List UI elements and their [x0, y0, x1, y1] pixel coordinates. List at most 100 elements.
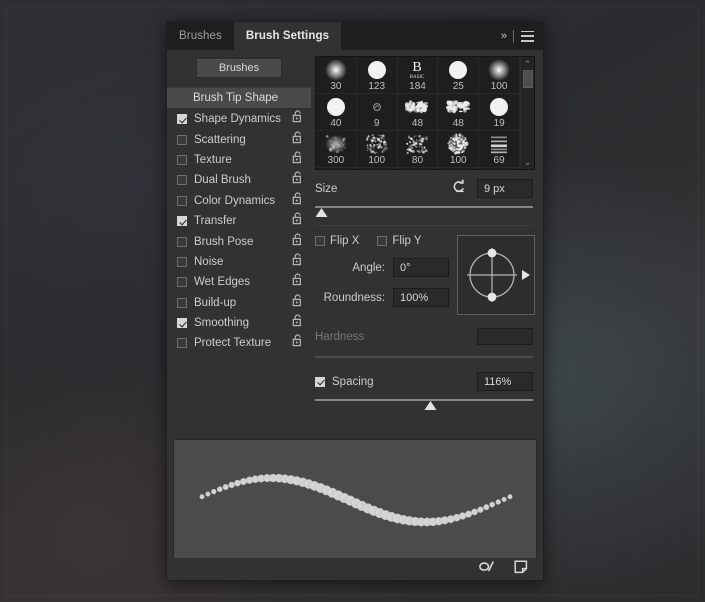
- lock-open-icon[interactable]: [292, 294, 303, 312]
- brush-option-list: Shape Dynamics Scattering Texture Dual Brus…: [167, 109, 311, 354]
- brush-grid-scrollbar[interactable]: ⌃ ⌄: [520, 57, 534, 169]
- checkbox-color-dynamics[interactable]: [177, 195, 187, 206]
- brush-thumbnail-hard-round-icon: [316, 96, 356, 118]
- size-slider[interactable]: [315, 204, 533, 220]
- brush-thumbnail-dense-spatter-icon: [438, 133, 478, 155]
- sidebar-item-transfer[interactable]: Transfer: [167, 211, 311, 231]
- brush-preset-cell[interactable]: 48: [438, 94, 480, 131]
- brush-preset-cell[interactable]: 25: [438, 57, 480, 94]
- new-brush-preset-icon[interactable]: [478, 559, 497, 579]
- panel-menu-icon[interactable]: [521, 30, 534, 42]
- checkbox-wet-edges[interactable]: [177, 277, 187, 288]
- brushes-button[interactable]: Brushes: [195, 58, 283, 78]
- checkbox-protect-texture[interactable]: [177, 338, 187, 349]
- sidebar-item-brush-pose[interactable]: Brush Pose: [167, 231, 311, 251]
- flip-x-checkbox[interactable]: [315, 236, 325, 246]
- roundness-input[interactable]: 100%: [393, 288, 449, 307]
- tab-brushes[interactable]: Brushes: [167, 22, 234, 50]
- brush-size-label: 184: [409, 81, 426, 92]
- brush-preset-cell-partial[interactable]: [398, 168, 439, 169]
- flip-y-checkbox[interactable]: [377, 236, 388, 246]
- brush-preset-cell[interactable]: 100: [438, 131, 480, 168]
- checkbox-dual-brush[interactable]: [177, 175, 187, 186]
- brush-size-label: 300: [327, 155, 345, 166]
- lock-open-icon[interactable]: [292, 314, 303, 332]
- checkbox-texture[interactable]: [177, 154, 187, 165]
- brush-preset-cell[interactable]: 300: [316, 131, 357, 168]
- checkbox-transfer[interactable]: [177, 216, 187, 227]
- brush-preset-cell[interactable]: B BASIC 184: [397, 57, 439, 94]
- brush-preset-cell-partial[interactable]: [357, 168, 398, 169]
- checkbox-shape-dynamics[interactable]: [177, 114, 187, 125]
- sidebar-item-shape-dynamics[interactable]: Shape Dynamics: [167, 109, 311, 129]
- sidebar-item-brush-tip-shape[interactable]: Brush Tip Shape: [167, 87, 311, 109]
- lock-open-icon[interactable]: [292, 110, 303, 128]
- brush-preset-cell[interactable]: 48: [397, 94, 439, 131]
- size-slider-thumb[interactable]: [315, 208, 328, 217]
- sidebar-item-scattering[interactable]: Scattering: [167, 129, 311, 149]
- scrollbar-thumb[interactable]: [522, 70, 533, 88]
- brush-preset-cell[interactable]: 40: [316, 94, 357, 131]
- lock-open-icon[interactable]: [292, 171, 303, 189]
- sidebar-item-smoothing[interactable]: Smoothing: [167, 313, 311, 333]
- brush-thumbnail-hard-round-icon: [438, 59, 478, 81]
- checkbox-scattering[interactable]: [177, 134, 187, 145]
- brush-preset-cell[interactable]: 80: [397, 131, 439, 168]
- scroll-up-icon[interactable]: ⌃: [524, 60, 532, 69]
- lock-open-icon[interactable]: [292, 253, 303, 271]
- lock-open-icon[interactable]: [292, 192, 303, 210]
- brush-preset-cell[interactable]: 123: [356, 57, 398, 94]
- sidebar-item-texture[interactable]: Texture: [167, 150, 311, 170]
- lock-open-icon[interactable]: [292, 273, 303, 291]
- brush-thumbnail-soft-round-icon: [479, 59, 519, 81]
- sidebar-item-label: Scattering: [194, 133, 246, 146]
- tab-brush-settings-label: Brush Settings: [245, 30, 330, 42]
- brush-preset-cell[interactable]: 9: [356, 94, 398, 131]
- brush-preset-cell[interactable]: 100: [479, 57, 520, 94]
- brush-size-label: 80: [411, 155, 424, 166]
- tab-brush-settings[interactable]: Brush Settings: [233, 22, 342, 50]
- brush-preset-cell[interactable]: 30: [316, 57, 357, 94]
- new-brush-icon[interactable]: [513, 559, 529, 580]
- spacing-slider[interactable]: [315, 397, 533, 413]
- brush-preset-cell[interactable]: 100: [356, 131, 398, 168]
- sidebar-item-protect-texture[interactable]: Protect Texture: [167, 333, 311, 353]
- brush-options-sidebar: Brushes Brush Tip Shape Shape Dynamics Sc…: [167, 50, 311, 423]
- checkbox-brush-pose[interactable]: [177, 236, 187, 247]
- sidebar-item-dual-brush[interactable]: Dual Brush: [167, 170, 311, 190]
- brush-preset-cell[interactable]: 69: [479, 131, 520, 168]
- angle-input[interactable]: 0°: [393, 258, 449, 277]
- brush-preset-cell[interactable]: 19: [479, 94, 520, 131]
- sidebar-item-wet-edges[interactable]: Wet Edges: [167, 272, 311, 292]
- angle-roundness-dial[interactable]: [457, 235, 535, 315]
- spacing-checkbox[interactable]: [315, 376, 325, 387]
- sidebar-item-noise[interactable]: Noise: [167, 252, 311, 272]
- size-input[interactable]: 9 px: [477, 179, 533, 198]
- lock-open-icon[interactable]: [292, 212, 303, 230]
- checkbox-smoothing[interactable]: [177, 318, 187, 329]
- brush-thumbnail-speckle-icon: [398, 133, 438, 155]
- brush-settings-content: 30 123 B BASIC 184 25 100 40 9 48 48 19 300 100 80 100 6…: [311, 50, 543, 423]
- brush-preset-cell-partial[interactable]: [316, 168, 357, 169]
- lock-open-icon[interactable]: [292, 334, 303, 352]
- lock-open-icon[interactable]: [292, 131, 303, 149]
- brush-size-label: 123: [368, 81, 386, 92]
- spacing-input[interactable]: 116%: [477, 372, 533, 391]
- spacing-slider-thumb[interactable]: [424, 401, 437, 410]
- spacing-row: Spacing 116%: [315, 372, 535, 391]
- brush-thumbnail-soft-smudge-icon: [316, 133, 356, 155]
- checkbox-noise[interactable]: [177, 256, 187, 267]
- lock-open-icon[interactable]: [292, 232, 303, 251]
- sidebar-item-color-dynamics[interactable]: Color Dynamics: [167, 191, 311, 211]
- sidebar-item-build-up[interactable]: Build-up: [167, 293, 311, 313]
- brush-stroke-preview: [173, 439, 537, 559]
- lock-open-icon[interactable]: [292, 151, 303, 169]
- brush-size-label: 48: [411, 118, 424, 129]
- brush-preset-cell-partial[interactable]: Loremipsum: [479, 168, 520, 169]
- svg-text:B: B: [413, 60, 422, 75]
- collapse-chevrons-icon[interactable]: »: [501, 30, 507, 42]
- reset-size-icon[interactable]: [452, 179, 467, 198]
- scroll-down-icon[interactable]: ⌄: [524, 158, 532, 167]
- brush-preset-cell-partial[interactable]: [438, 168, 480, 169]
- checkbox-build-up[interactable]: [177, 297, 187, 308]
